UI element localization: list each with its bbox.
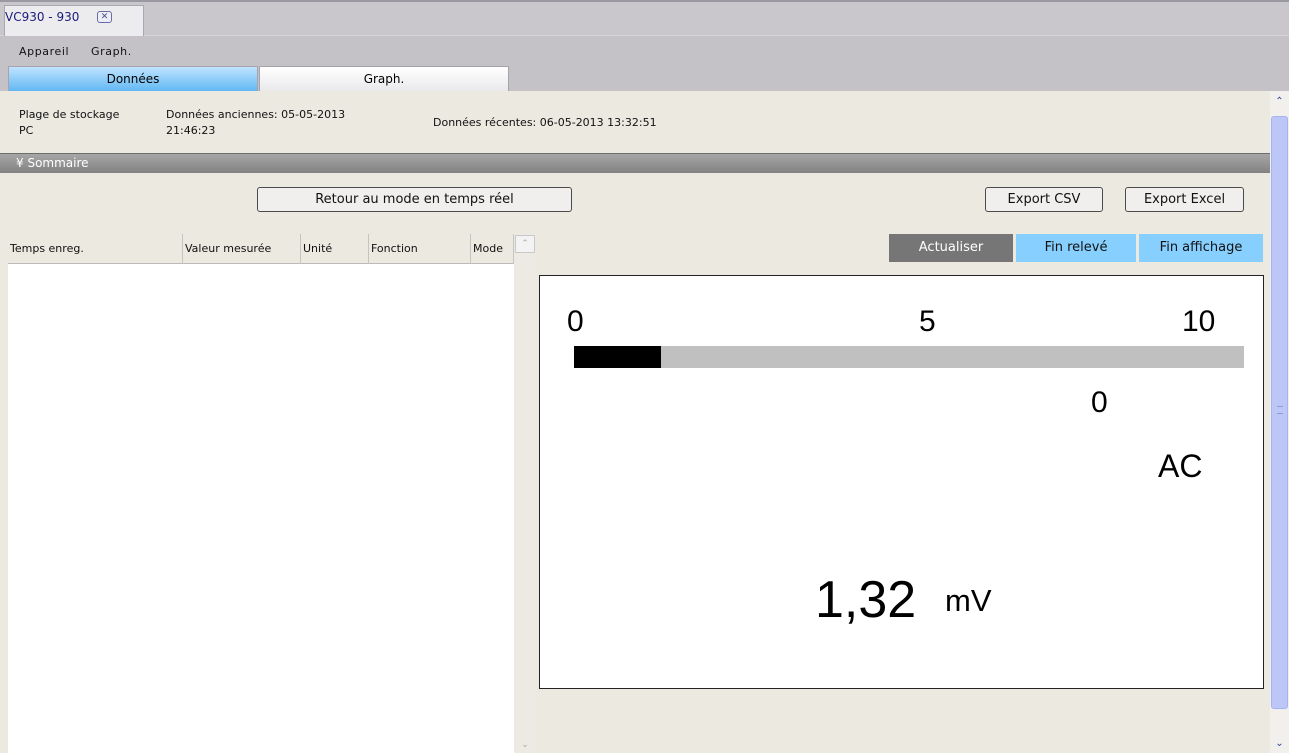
storage-range-label: Plage de stockage — [19, 108, 120, 121]
summary-bar[interactable]: ¥ Sommaire — [0, 153, 1272, 173]
old-data-time: 21:46:23 — [166, 124, 216, 137]
close-icon[interactable]: ✕ — [97, 11, 112, 23]
export-excel-button[interactable]: Export Excel — [1125, 187, 1244, 212]
column-fonction[interactable]: Fonction — [369, 234, 471, 264]
scroll-up-icon[interactable]: ⌃ — [1271, 93, 1288, 110]
scroll-down-icon[interactable]: ⌄ — [1271, 735, 1288, 752]
reading-value: 1,32 — [815, 571, 917, 629]
column-mode[interactable]: Mode — [471, 234, 514, 264]
menu-appareil[interactable]: Appareil — [19, 45, 69, 58]
scale-label-max: 10 — [1182, 305, 1216, 338]
scale-label-min: 0 — [567, 305, 584, 338]
storage-range-value: PC — [19, 124, 34, 137]
summary-label[interactable]: ¥ Sommaire — [16, 156, 89, 170]
range-value: 0 — [1091, 386, 1108, 419]
export-csv-button[interactable]: Export CSV — [985, 187, 1103, 212]
reading-unit: mV — [945, 583, 992, 618]
document-tab-title[interactable]: VC930 - 930 — [5, 10, 79, 24]
document-tabstrip — [0, 0, 1289, 36]
bargraph-track — [574, 346, 1244, 368]
scale-label-mid: 5 — [919, 305, 936, 338]
column-temps-enreg[interactable]: Temps enreg. — [8, 234, 183, 264]
refresh-button[interactable]: Actualiser — [889, 234, 1013, 262]
menu-graph[interactable]: Graph. — [91, 45, 132, 58]
grid-scroll-up-icon[interactable]: ⌃ — [515, 235, 535, 253]
grid-scrollbar[interactable] — [514, 234, 536, 753]
stop-display-button[interactable]: Fin affichage — [1139, 234, 1263, 262]
old-data-date: Données anciennes: 05-05-2013 — [166, 108, 346, 121]
recent-data: Données récentes: 06-05-2013 13:32:51 — [433, 116, 657, 129]
column-valeur-mesuree[interactable]: Valeur mesurée — [183, 234, 301, 264]
stop-recording-button[interactable]: Fin relevé — [1016, 234, 1136, 262]
tab-graph[interactable]: Graph. — [259, 66, 509, 91]
chevron-down-icon[interactable]: ¥ — [16, 156, 24, 170]
tab-donnees[interactable]: Données — [8, 66, 258, 91]
data-grid-body[interactable] — [8, 264, 515, 753]
grid-scroll-down-icon[interactable]: ⌄ — [515, 737, 535, 753]
grip-icon — [1277, 406, 1283, 414]
bargraph-fill — [574, 346, 661, 368]
mode-label: AC — [1158, 448, 1203, 484]
summary-label-text[interactable]: Sommaire — [27, 156, 88, 170]
realtime-mode-button[interactable]: Retour au mode en temps réel — [257, 187, 572, 212]
column-unite[interactable]: Unité — [301, 234, 369, 264]
